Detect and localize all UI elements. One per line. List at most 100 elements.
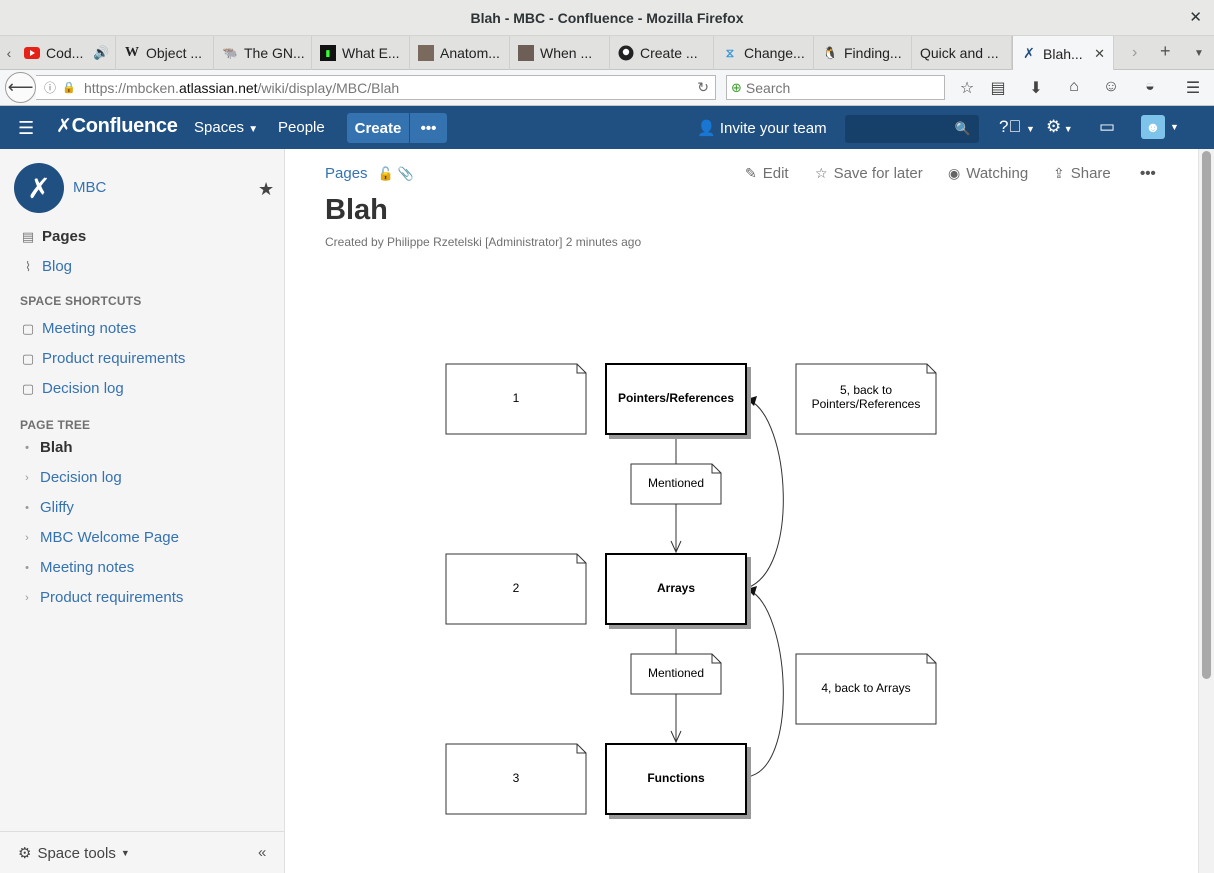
spaces-menu[interactable]: Spaces ▼ <box>194 119 258 136</box>
node-arrays[interactable]: Arrays <box>605 553 747 625</box>
window-titlebar: Blah - MBC - Confluence - Mozilla Firefo… <box>0 0 1214 36</box>
spaces-label: Spaces <box>194 119 245 136</box>
page-icon: ▢ <box>21 320 35 336</box>
window-close-icon[interactable]: ✕ <box>1189 8 1202 26</box>
user-avatar[interactable]: ☻ <box>1141 115 1165 139</box>
space-logo[interactable]: ✗ <box>14 163 64 213</box>
app-switcher-icon[interactable]: ☰ <box>18 118 34 139</box>
tab-label: Change... <box>744 45 805 61</box>
search-engine-icon[interactable]: ⊕ <box>731 80 742 96</box>
space-sidebar: ✗ MBC ★ ▤ Pages ⌇ Blog SPACE SHORTCUTS ▢… <box>0 149 285 873</box>
tab-youtube[interactable]: Cod... 🔊 <box>16 36 116 70</box>
note-mentioned-1[interactable]: Mentioned <box>630 463 722 505</box>
tab-wikipedia[interactable]: W Object ... <box>116 36 214 70</box>
create-button[interactable]: Create <box>347 113 409 143</box>
add-user-icon: 👤 <box>697 120 716 137</box>
tab-gnu[interactable]: 🐃 The GN... <box>214 36 312 70</box>
github-icon <box>618 45 634 61</box>
node-label: Arrays <box>657 581 695 595</box>
note-label: 3 <box>513 771 520 785</box>
gliffy-diagram[interactable]: Pointers/References Arrays Functions 1 2… <box>285 149 1198 873</box>
browser-search-input[interactable] <box>745 79 936 96</box>
menu-icon[interactable]: ☰ <box>1183 78 1203 98</box>
tab-blah[interactable]: ✗ Blah... ✕ <box>1012 36 1114 71</box>
new-tab-icon[interactable]: + <box>1160 41 1171 62</box>
gear-icon: ⚙ <box>18 845 32 862</box>
space-name-link[interactable]: MBC <box>73 179 106 196</box>
notifications-icon[interactable]: ▭ <box>1099 117 1115 137</box>
tree-item-label: Blah <box>40 439 73 456</box>
sidebar-item-blog[interactable]: ⌇ Blog <box>20 258 72 275</box>
tab-scroll-left-icon[interactable]: ‹ <box>2 36 16 70</box>
tab-anatomy[interactable]: Anatom... <box>410 36 510 70</box>
note-5-back-to-pointers[interactable]: 5, back to Pointers/References <box>795 363 937 435</box>
tree-item-blah[interactable]: • Blah <box>20 439 73 456</box>
tree-item-decision-log[interactable]: › Decision log <box>20 469 122 486</box>
tab-label: Cod... <box>46 45 84 61</box>
note-label: Mentioned <box>648 666 704 680</box>
lock-icon[interactable]: 🔒 <box>60 81 78 94</box>
note-4-back-to-arrays[interactable]: 4, back to Arrays <box>795 653 937 725</box>
note-1[interactable]: 1 <box>445 363 587 435</box>
back-button[interactable]: ⟵ <box>5 72 36 103</box>
confluence-logo[interactable]: ✗Confluence <box>56 115 178 138</box>
note-2[interactable]: 2 <box>445 553 587 625</box>
people-link[interactable]: People <box>278 119 325 136</box>
url-prefix: https://mbcken. <box>84 79 179 96</box>
tab-finding[interactable]: 🐧 Finding... <box>814 36 912 70</box>
star-icon[interactable]: ★ <box>258 179 274 200</box>
browser-search-bar[interactable]: ⊕ <box>726 75 945 100</box>
scrollbar-thumb[interactable] <box>1202 151 1211 679</box>
reload-icon[interactable]: ↻ <box>697 79 709 96</box>
note-3[interactable]: 3 <box>445 743 587 815</box>
chat-icon[interactable]: ☺ <box>1101 78 1121 96</box>
tab-what[interactable]: ▮ What E... <box>312 36 410 70</box>
collapse-sidebar-icon[interactable]: « <box>258 844 266 861</box>
note-label: 2 <box>513 581 520 595</box>
tab-list-icon[interactable]: ▼ <box>1194 48 1204 59</box>
help-icon[interactable]: ?⃝ ▼ <box>999 117 1035 137</box>
tab-close-icon[interactable]: ✕ <box>1088 46 1105 62</box>
tab-scroll-right-icon[interactable]: › <box>1132 44 1137 62</box>
sidebar-item-pages[interactable]: ▤ Pages <box>20 228 86 245</box>
reading-list-icon[interactable]: ▤ <box>988 78 1008 98</box>
home-icon[interactable]: ⌂ <box>1064 78 1084 96</box>
tree-item-gliffy[interactable]: • Gliffy <box>20 499 74 516</box>
note-mentioned-2[interactable]: Mentioned <box>630 653 722 695</box>
node-functions[interactable]: Functions <box>605 743 747 815</box>
url-path: /wiki/display/MBC/Blah <box>257 79 400 96</box>
tab-github[interactable]: Create ... <box>610 36 714 70</box>
bookmark-star-icon[interactable]: ☆ <box>957 78 977 98</box>
speaker-icon[interactable]: 🔊 <box>93 45 109 61</box>
download-icon[interactable]: ⬇ <box>1026 78 1046 98</box>
tree-item-meeting-notes[interactable]: • Meeting notes <box>20 559 134 576</box>
pocket-icon[interactable]: ◒ <box>1140 78 1160 96</box>
url-bar[interactable]: ⓘ 🔒 https://mbcken.atlassian.net/wiki/di… <box>36 75 716 100</box>
shortcut-product-requirements[interactable]: ▢ Product requirements <box>20 350 186 367</box>
tree-item-product-requirements[interactable]: › Product requirements <box>20 589 183 606</box>
linux-icon: 🐧 <box>822 46 838 60</box>
invite-team-link[interactable]: 👤 Invite your team <box>697 119 827 137</box>
confluence-icon: ✗ <box>1023 45 1035 61</box>
chevron-right-icon[interactable]: › <box>20 592 34 604</box>
shortcut-decision-log[interactable]: ▢ Decision log <box>20 380 124 397</box>
chevron-right-icon[interactable]: › <box>20 532 34 544</box>
sidebar-footer: ⚙ Space tools ▼ « <box>0 831 284 873</box>
url-text[interactable]: https://mbcken.atlassian.net/wiki/displa… <box>84 80 399 96</box>
space-tools-button[interactable]: ⚙ Space tools ▼ <box>18 844 130 863</box>
tab-when[interactable]: When ... <box>510 36 610 70</box>
tab-quick[interactable]: Quick and ... <box>912 36 1012 70</box>
chevron-down-icon[interactable]: ▼ <box>1170 122 1179 132</box>
confluence-search-input[interactable]: 🔍 <box>845 115 979 143</box>
info-icon[interactable]: ⓘ <box>40 79 60 96</box>
chevron-right-icon[interactable]: › <box>20 472 34 484</box>
shortcut-meeting-notes[interactable]: ▢ Meeting notes <box>20 320 136 337</box>
gear-icon[interactable]: ⚙ ▼ <box>1046 117 1073 137</box>
tab-label: Quick and ... <box>920 45 999 61</box>
page-scrollbar[interactable] <box>1198 149 1214 873</box>
tree-item-mbc-welcome-page[interactable]: › MBC Welcome Page <box>20 529 179 546</box>
create-more-button[interactable]: ••• <box>410 113 447 143</box>
tab-change[interactable]: ⧖ Change... <box>714 36 814 70</box>
search-icon: 🔍 <box>954 121 971 136</box>
node-pointers-references[interactable]: Pointers/References <box>605 363 747 435</box>
